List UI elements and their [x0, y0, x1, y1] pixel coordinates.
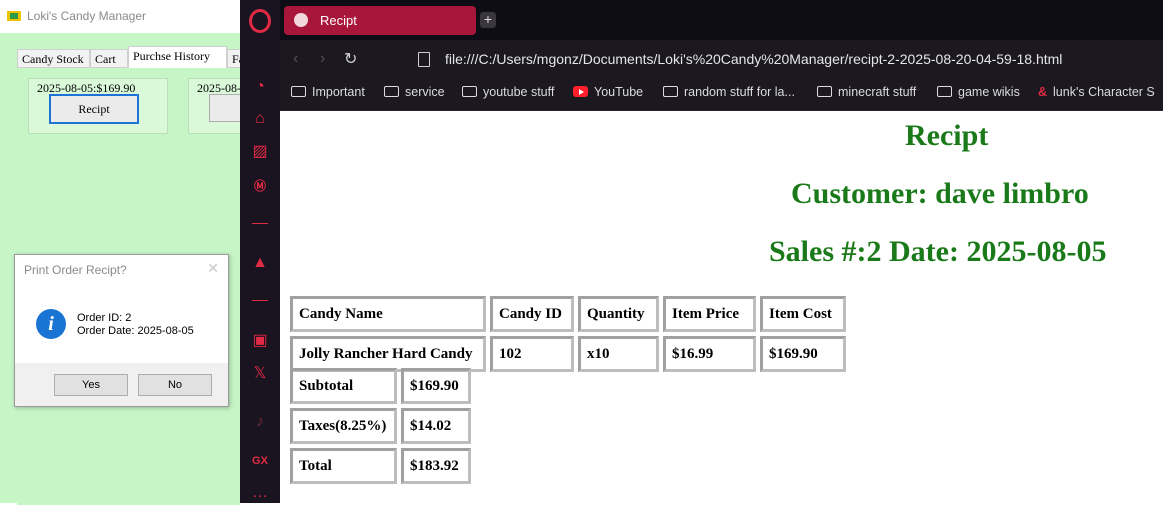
address-bar: ‹ › ↻ file:///C:/Users/mgonz/Documents/L…: [280, 40, 1163, 78]
tax-row: Taxes(8.25%) $14.02: [290, 408, 471, 444]
bookmark-dnd[interactable]: & lunk's Character S: [1038, 85, 1155, 103]
header-cell: Candy ID: [490, 296, 574, 332]
totals-table: Subtotal $169.90 Taxes(8.25%) $14.02 Tot…: [286, 364, 475, 488]
receipt-heading: Recipt: [905, 119, 989, 152]
tab-title: Recipt: [320, 13, 357, 28]
bookmark-youtube[interactable]: YouTube: [573, 85, 643, 103]
table-cell: $16.99: [663, 336, 756, 372]
aria-icon[interactable]: ▲: [249, 252, 271, 274]
tab-strip: Recipt +: [280, 0, 1163, 40]
dialog-title: Print Order Recipt?: [24, 263, 127, 277]
bookmark-label: game wikis: [958, 85, 1020, 99]
tax-label: Taxes(8.25%): [290, 408, 397, 444]
table-cell: x10: [578, 336, 659, 372]
header-cell: Candy Name: [290, 296, 486, 332]
music-icon[interactable]: ♪: [249, 411, 271, 433]
m-icon[interactable]: Ⓜ: [249, 175, 271, 197]
header-cell: Item Price: [663, 296, 756, 332]
twitch-icon[interactable]: ▣: [249, 330, 271, 352]
order-date-text: Order Date: 2025-08-05: [77, 325, 194, 337]
back-icon[interactable]: ‹: [293, 50, 298, 68]
recipt-button[interactable]: Recipt: [49, 94, 139, 124]
tab-candy-stock[interactable]: Candy Stock: [17, 49, 90, 67]
total-value: $183.92: [401, 448, 471, 484]
table-cell: $169.90: [760, 336, 846, 372]
gx-icon[interactable]: GX: [249, 450, 271, 472]
store-icon[interactable]: ⌂: [249, 108, 271, 130]
subtotal-label: Subtotal: [290, 368, 397, 404]
total-row: Total $183.92: [290, 448, 471, 484]
total-label: Total: [290, 448, 397, 484]
customer-heading: Customer: dave limbro: [791, 177, 1089, 210]
forward-icon[interactable]: ›: [320, 50, 325, 68]
tax-value: $14.02: [401, 408, 471, 444]
subtotal-value: $169.90: [401, 368, 471, 404]
app-titlebar: Loki's Candy Manager: [0, 0, 240, 33]
youtube-icon: [573, 86, 588, 97]
folder-icon: [384, 86, 399, 97]
receipt-page: Recipt Customer: dave limbro Sales #:2 D…: [280, 111, 1163, 503]
bookmark-label: lunk's Character S: [1053, 85, 1155, 99]
browser-sidebar: ◔ ⌂ ▨ Ⓜ ▲ ▣ 𝕏 ♪ GX …: [240, 0, 280, 503]
order-card: 2025-08-05:$169.90 Recipt: [28, 78, 168, 134]
bookmark-label: youtube stuff: [483, 85, 555, 99]
header-cell: Quantity: [578, 296, 659, 332]
bookmark-label: YouTube: [594, 85, 644, 99]
info-icon: i: [36, 309, 66, 339]
app-icon: [7, 11, 21, 21]
divider: [252, 300, 268, 301]
dialog-footer: Yes No: [15, 363, 228, 406]
folder-icon: [291, 86, 306, 97]
dialog-message: Order ID: 2 Order Date: 2025-08-05: [77, 312, 194, 338]
globe-icon: [294, 13, 308, 27]
tab-cart[interactable]: Cart: [90, 49, 128, 67]
bookmark-label: minecraft stuff: [838, 85, 917, 99]
folder-icon: [663, 86, 678, 97]
subtotal-row: Subtotal $169.90: [290, 368, 471, 404]
reload-icon[interactable]: ↻: [344, 49, 357, 69]
close-icon[interactable]: ✕: [207, 260, 219, 277]
bookmark-folder[interactable]: service: [384, 85, 445, 103]
bookmark-label: Important: [312, 85, 365, 99]
url-field[interactable]: file:///C:/Users/mgonz/Documents/Loki's%…: [445, 51, 1062, 67]
new-tab-button[interactable]: +: [480, 12, 496, 28]
divider: [252, 223, 268, 224]
opera-logo-icon[interactable]: [249, 9, 271, 33]
header-cell: Item Cost: [760, 296, 846, 332]
order-id-text: Order ID: 2: [77, 312, 132, 324]
file-icon: [418, 52, 430, 67]
bookmark-folder[interactable]: youtube stuff: [462, 85, 554, 103]
ampersand-icon: &: [1038, 85, 1048, 99]
speed-icon[interactable]: ◔: [249, 76, 271, 98]
app-title: Loki's Candy Manager: [27, 9, 147, 23]
bookmark-folder[interactable]: game wikis: [937, 85, 1020, 103]
bookmark-folder[interactable]: minecraft stuff: [817, 85, 916, 103]
folder-icon: [462, 86, 477, 97]
candy-manager-window: Loki's Candy Manager Candy Stock Cart Pu…: [0, 0, 328, 505]
yes-button[interactable]: Yes: [54, 374, 128, 396]
print-dialog: Print Order Recipt? ✕ i Order ID: 2 Orde…: [14, 254, 229, 407]
folder-icon: [817, 86, 832, 97]
no-button[interactable]: No: [138, 374, 212, 396]
browser-tab[interactable]: Recipt: [284, 6, 476, 35]
sales-heading: Sales #:2 Date: 2025-08-05: [769, 235, 1107, 268]
folder-icon: [937, 86, 952, 97]
table-header-row: Candy Name Candy ID Quantity Item Price …: [290, 296, 846, 332]
bookmark-label: random stuff for la...: [684, 85, 795, 99]
bookmark-label: service: [405, 85, 445, 99]
stripes-icon[interactable]: ▨: [249, 141, 271, 163]
more-icon[interactable]: …: [249, 482, 271, 504]
bookmarks-bar: Important service youtube stuff YouTube …: [280, 78, 1163, 111]
browser-window: ◔ ⌂ ▨ Ⓜ ▲ ▣ 𝕏 ♪ GX … Recipt + ‹ › ↻ file…: [240, 0, 1163, 503]
tab-purchase-history[interactable]: Purchse History: [128, 46, 227, 68]
table-cell: 102: [490, 336, 574, 372]
bookmark-folder[interactable]: Important: [291, 85, 365, 103]
x-icon[interactable]: 𝕏: [249, 363, 271, 385]
bookmark-folder[interactable]: random stuff for la...: [663, 85, 795, 103]
